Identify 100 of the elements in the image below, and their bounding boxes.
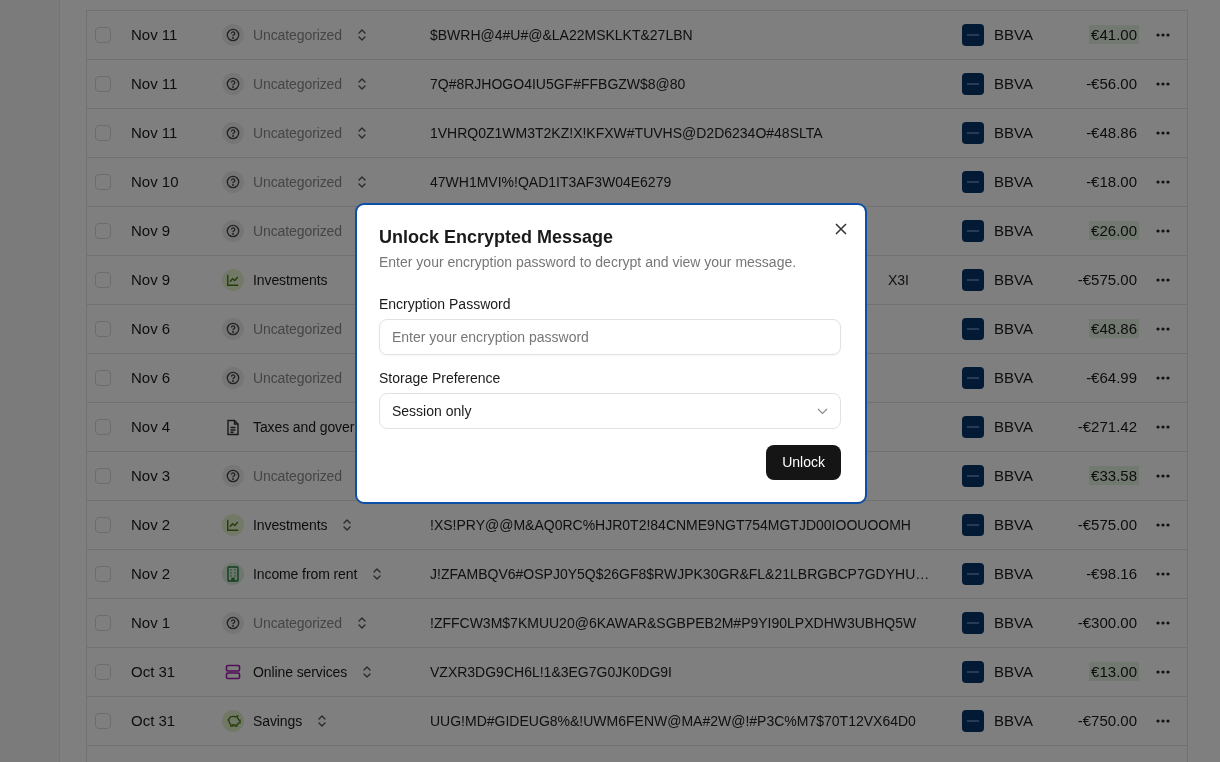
more-options-icon[interactable] <box>1156 82 1170 86</box>
bank-logo-icon <box>962 73 984 95</box>
chevron-updown-icon[interactable] <box>357 126 367 140</box>
password-field[interactable]: Enter your encryption password <box>379 318 841 355</box>
bank-logo-icon <box>962 416 984 438</box>
transaction-row[interactable]: Nov 1 Uncategorized !ZFFCW3M$7KMUU20@6KAWAR&SGBPEB2M#P9YI90LPXDHW3UBHQ5W BBVA -€300.00 <box>87 599 1187 648</box>
description-text: 1VHRQ0Z1WM3T2KZ!X!KFXW#TUVHS@D2D6234O#48SLTA <box>430 124 823 141</box>
bank-logo-icon <box>962 220 984 242</box>
amount-text: -€64.99 <box>1085 367 1138 387</box>
chart-icon <box>222 269 244 291</box>
more-options-icon[interactable] <box>1156 572 1170 576</box>
chevron-updown-icon[interactable] <box>362 665 373 679</box>
building-icon <box>222 563 244 585</box>
bank-name: BBVA <box>994 73 1033 94</box>
date-text: Nov 11 <box>131 122 179 143</box>
amount-text: -€750.00 <box>1076 710 1138 730</box>
date-text: Nov 11 <box>131 73 179 94</box>
amount-text: -€271.42 <box>1076 416 1138 436</box>
category-label: Uncategorized <box>253 368 342 388</box>
bank-name: BBVA <box>994 122 1033 143</box>
chevron-updown-icon[interactable] <box>357 175 367 189</box>
bank-logo-icon <box>962 514 984 536</box>
dialog-subtitle: Enter your encryption password to decrypt and view your message. <box>379 252 798 271</box>
description-text: UUG!MD#GIDEUG8%&!UWM6FENW@MA#2W@!#P3C%M7$70T12VX64D0 <box>430 712 916 729</box>
description-text: X3I <box>888 271 909 288</box>
category-label: Online services <box>253 662 348 682</box>
bank-logo-icon <box>962 710 984 732</box>
chevron-updown-icon[interactable] <box>317 714 328 728</box>
close-icon[interactable] <box>833 221 849 237</box>
transaction-row[interactable]: Nov 11 Uncategorized 7Q#8RJHOGO4IU5GF#FFBGZW$8@80 BBVA -€56.00 <box>87 60 1187 109</box>
date-text: Oct 31 <box>131 710 177 731</box>
category-label: Taxes and gover <box>253 417 355 437</box>
more-options-icon[interactable] <box>1156 425 1170 429</box>
date-text: Nov 9 <box>131 269 172 290</box>
more-options-icon[interactable] <box>1156 180 1170 184</box>
chevron-updown-icon[interactable] <box>357 616 367 630</box>
bank-logo-icon <box>962 318 984 340</box>
piggy-bank-icon <box>222 710 244 732</box>
transaction-row[interactable]: Oct 31 Savings UUG!MD#GIDEUG8%&!UWM6FENW@MA#2W@!#P3C%M7$70T12VX64D0 BBVA -€750.00 <box>87 697 1187 746</box>
dialog-title: Unlock Encrypted Message <box>379 227 615 249</box>
transaction-row[interactable]: Nov 11 Uncategorized $BWRH@4#U#@&LA22MSKLKT&27LBN BBVA €41.00 <box>87 11 1187 60</box>
question-icon <box>222 24 244 46</box>
unlock-button[interactable]: Unlock <box>766 445 841 481</box>
chevron-updown-icon[interactable] <box>357 28 367 42</box>
more-options-icon[interactable] <box>1156 474 1170 478</box>
bank-name: BBVA <box>994 24 1033 45</box>
amount-text: -€48.86 <box>1085 122 1138 142</box>
amount-text: -€18.00 <box>1085 171 1138 191</box>
date-text: Nov 6 <box>131 367 172 388</box>
more-options-icon[interactable] <box>1156 670 1170 674</box>
amount-text: -€575.00 <box>1076 514 1138 534</box>
category-label: Uncategorized <box>253 319 342 339</box>
bank-name: BBVA <box>994 367 1033 388</box>
bank-logo-icon <box>962 269 984 291</box>
bank-name: BBVA <box>994 171 1033 192</box>
transaction-row[interactable]: Oct 31 Online services VZXR3DG9CH6L!1&3EG7G0JK0DG9I BBVA €13.00 <box>87 648 1187 697</box>
more-options-icon[interactable] <box>1156 131 1170 135</box>
description-text: VZXR3DG9CH6L!1&3EG7G0JK0DG9I <box>430 663 672 680</box>
more-options-icon[interactable] <box>1156 621 1170 625</box>
date-text: Nov 10 <box>131 171 180 192</box>
storage-select[interactable]: Session only <box>379 393 841 430</box>
date-text: Nov 11 <box>131 24 179 45</box>
chevron-updown-icon[interactable] <box>372 567 383 581</box>
amount-text: €33.58 <box>1089 465 1139 485</box>
transaction-row[interactable]: Nov 2 Income from rent J!ZFAMBQV6#OSPJ0Y5Q$26GF8$RWJPK30GR&FL&21LBRGBCP7GDYHU… BBVA -€98.16 <box>87 550 1187 599</box>
bank-logo-icon <box>962 24 984 46</box>
chevron-updown-icon[interactable] <box>357 77 367 91</box>
bank-name: BBVA <box>994 269 1033 290</box>
date-text: Nov 3 <box>131 465 172 486</box>
date-text: Nov 2 <box>131 563 172 584</box>
date-text: Nov 4 <box>131 416 172 437</box>
more-options-icon[interactable] <box>1156 278 1170 282</box>
chevron-updown-icon[interactable] <box>342 518 353 532</box>
more-options-icon[interactable] <box>1156 376 1170 380</box>
question-icon <box>222 318 244 340</box>
more-options-icon[interactable] <box>1156 229 1170 233</box>
category-label: Investments <box>253 270 328 290</box>
category-label: Uncategorized <box>253 466 342 486</box>
chevron-down-icon <box>817 407 828 415</box>
question-icon <box>222 612 244 634</box>
amount-text: €26.00 <box>1089 220 1139 240</box>
category-label: Uncategorized <box>253 74 342 94</box>
category-label: Uncategorized <box>253 221 342 241</box>
bank-name: BBVA <box>994 661 1033 682</box>
bank-logo-icon <box>962 661 984 683</box>
question-icon <box>222 367 244 389</box>
bank-logo-icon <box>962 367 984 389</box>
date-text: Nov 9 <box>131 220 172 241</box>
chart-icon <box>222 514 244 536</box>
amount-text: €13.00 <box>1089 661 1139 681</box>
bank-name: BBVA <box>994 514 1033 535</box>
description-text: $BWRH@4#U#@&LA22MSKLKT&27LBN <box>430 26 693 43</box>
transaction-row[interactable]: Nov 11 Uncategorized 1VHRQ0Z1WM3T2KZ!X!KFXW#TUVHS@D2D6234O#48SLTA BBVA -€48.86 <box>87 109 1187 158</box>
more-options-icon[interactable] <box>1156 523 1170 527</box>
category-label: Savings <box>253 711 303 731</box>
bank-logo-icon <box>962 171 984 193</box>
more-options-icon[interactable] <box>1156 719 1170 723</box>
more-options-icon[interactable] <box>1156 327 1170 331</box>
more-options-icon[interactable] <box>1156 33 1170 37</box>
amount-text: -€575.00 <box>1076 269 1138 289</box>
